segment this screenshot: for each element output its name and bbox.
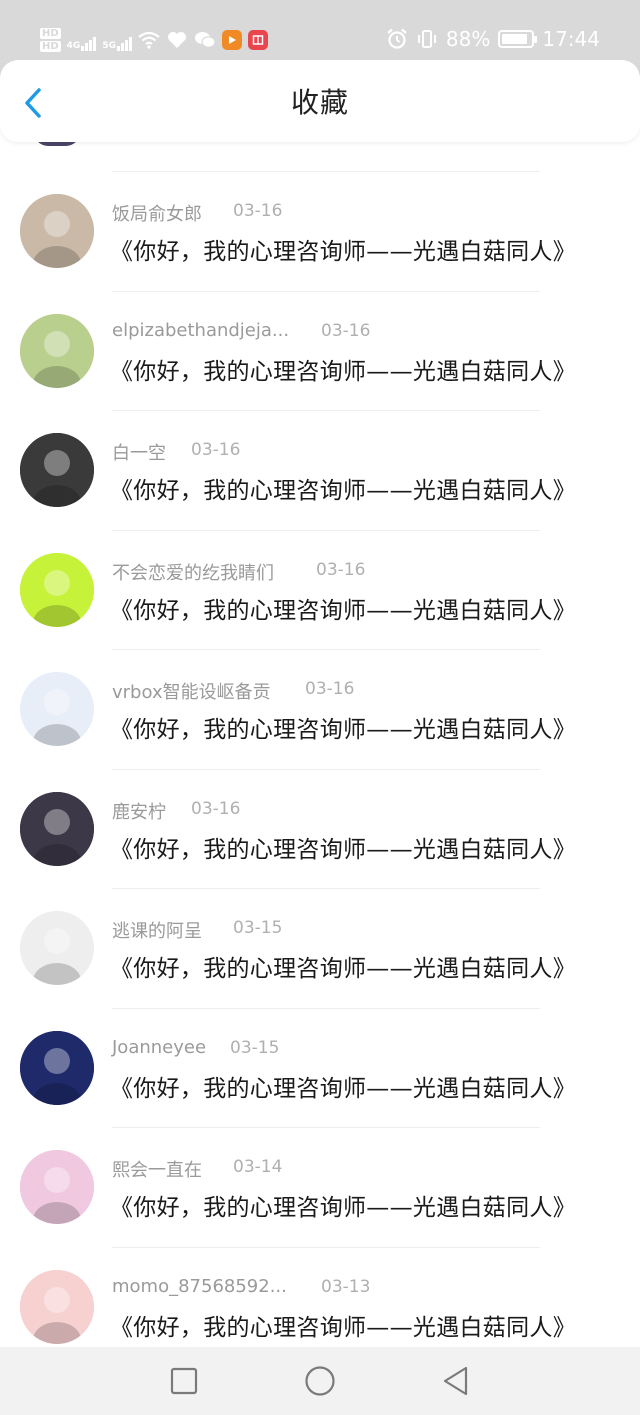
signal-1: 4G: [67, 29, 97, 51]
post-date: 03-16: [316, 559, 366, 580]
chevron-left-icon: [25, 88, 41, 118]
circle-icon: [305, 1366, 335, 1396]
back-button[interactable]: [22, 88, 48, 118]
health-heart-icon: [166, 29, 188, 51]
recent-apps-button[interactable]: [166, 1363, 202, 1399]
favorite-title[interactable]: 《你好，我的心理咨询师——光遇白菇同人》: [110, 830, 576, 864]
list-item[interactable]: Joanneyee 03-15 《你好，我的心理咨询师——光遇白菇同人》: [0, 1009, 640, 1128]
status-left: HD HD 4G 5G: [40, 20, 268, 60]
signal-bars-icon: [81, 35, 97, 51]
alarm-icon: [386, 28, 408, 50]
author-name[interactable]: 不会恋爱的纥我睛们: [112, 559, 274, 585]
author-name[interactable]: 饭局俞女郎: [112, 200, 202, 226]
avatar[interactable]: [20, 313, 94, 388]
clock: 17:44: [542, 27, 600, 51]
favorite-title[interactable]: 《你好，我的心理咨询师——光遇白菇同人》: [110, 1069, 576, 1103]
partial-avatar: [34, 142, 80, 146]
list-item[interactable]: momo_87568592... 03-13 《你好，我的心理咨询师——光遇白菇同人…: [0, 1248, 640, 1348]
avatar[interactable]: [20, 791, 94, 866]
home-button[interactable]: [302, 1363, 338, 1399]
favorite-title[interactable]: 《你好，我的心理咨询师——光遇白菇同人》: [110, 949, 576, 983]
favorites-list[interactable]: 饭局俞女郎 03-16 《你好，我的心理咨询师——光遇白菇同人》 elpizabeth…: [0, 142, 640, 1347]
list-item[interactable]: 饭局俞女郎 03-16 《你好，我的心理咨询师——光遇白菇同人》: [0, 172, 640, 292]
hd-badge-2: HD: [40, 41, 61, 52]
author-name[interactable]: Joanneyee: [112, 1037, 206, 1058]
square-icon: [170, 1367, 198, 1395]
signal-bars-2-icon: [116, 35, 132, 51]
battery-percent: 88%: [445, 27, 491, 51]
post-date: 03-15: [233, 918, 283, 938]
back-nav-button[interactable]: [438, 1363, 474, 1399]
avatar[interactable]: [20, 911, 94, 985]
reader-app-icon: [247, 30, 268, 50]
author-name[interactable]: momo_87568592...: [112, 1276, 287, 1297]
post-date: 03-14: [233, 1157, 283, 1177]
list-item[interactable]: 不会恋爱的纥我睛们 03-16 《你好，我的心理咨询师——光遇白菇同人》: [0, 531, 640, 650]
favorite-title[interactable]: 《你好，我的心理咨询师——光遇白菇同人》: [110, 710, 576, 744]
post-date: 03-16: [233, 201, 283, 221]
favorite-title[interactable]: 《你好，我的心理咨询师——光遇白菇同人》: [110, 1188, 576, 1222]
app-header: 收藏: [0, 60, 640, 142]
network-type-1: 4G: [66, 41, 81, 51]
video-app-icon: [221, 30, 242, 50]
favorite-title[interactable]: 《你好，我的心理咨询师——光遇白菇同人》: [110, 471, 576, 505]
system-nav-bar: [0, 1347, 640, 1415]
avatar[interactable]: [20, 552, 94, 627]
author-name[interactable]: 逃课的阿呈: [112, 917, 202, 943]
avatar[interactable]: [20, 194, 94, 268]
favorite-title[interactable]: 《你好，我的心理咨询师——光遇白菇同人》: [110, 591, 576, 625]
avatar[interactable]: [20, 433, 94, 507]
post-date: 03-16: [191, 798, 241, 819]
favorite-title[interactable]: 《你好，我的心理咨询师——光遇白菇同人》: [110, 352, 576, 386]
author-name[interactable]: elpizabethandjeja...: [112, 320, 289, 341]
list-item[interactable]: 熙会一直在 03-14 《你好，我的心理咨询师——光遇白菇同人》: [0, 1128, 640, 1248]
signal-2: 5G: [102, 29, 132, 51]
avatar[interactable]: [20, 1030, 94, 1105]
battery-icon: [498, 30, 538, 48]
page-title: 收藏: [290, 86, 349, 119]
hd-indicators: HD HD: [40, 28, 61, 52]
hd-badge-1: HD: [40, 28, 61, 39]
wifi-icon: [138, 29, 160, 51]
avatar[interactable]: [20, 1150, 94, 1224]
vibrate-icon: [416, 28, 438, 50]
post-date: 03-13: [321, 1276, 371, 1297]
post-date: 03-16: [321, 320, 371, 341]
list-item[interactable]: 白一空 03-16 《你好，我的心理咨询师——光遇白菇同人》: [0, 411, 640, 531]
wechat-icon: [194, 29, 216, 51]
author-name[interactable]: 白一空: [112, 439, 166, 465]
triangle-back-icon: [443, 1366, 468, 1396]
battery-fill: [502, 34, 527, 44]
avatar[interactable]: [20, 1269, 94, 1344]
post-date: 03-15: [230, 1037, 280, 1058]
post-date: 03-16: [191, 440, 241, 460]
list-item[interactable]: elpizabethandjeja... 03-16 《你好，我的心理咨询师——光遇…: [0, 292, 640, 411]
favorite-title[interactable]: 《你好，我的心理咨询师——光遇白菇同人》: [110, 232, 576, 266]
status-right: 88% 17:44: [386, 24, 600, 54]
author-name[interactable]: vrbox智能设岖备贡: [112, 678, 271, 704]
favorite-title[interactable]: 《你好，我的心理咨询师——光遇白菇同人》: [110, 1308, 576, 1342]
list-item[interactable]: vrbox智能设岖备贡 03-16 《你好，我的心理咨询师——光遇白菇同人》: [0, 650, 640, 770]
list-item[interactable]: 鹿安柠 03-16 《你好，我的心理咨询师——光遇白菇同人》: [0, 770, 640, 889]
post-date: 03-16: [305, 679, 355, 699]
network-type-2: 5G: [102, 41, 116, 51]
author-name[interactable]: 鹿安柠: [112, 798, 166, 824]
list-item[interactable]: 逃课的阿呈 03-15 《你好，我的心理咨询师——光遇白菇同人》: [0, 889, 640, 1009]
avatar[interactable]: [20, 672, 94, 746]
author-name[interactable]: 熙会一直在: [112, 1156, 202, 1182]
